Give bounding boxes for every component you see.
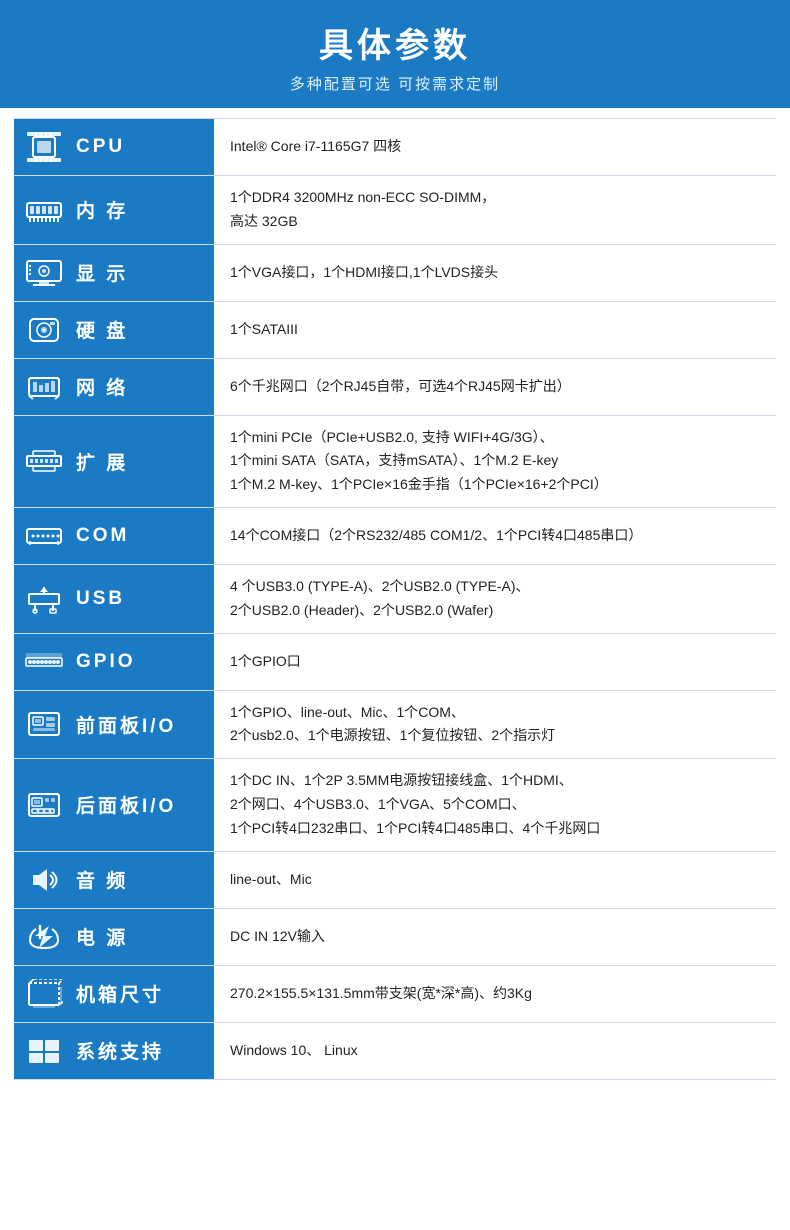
audio-icon bbox=[22, 862, 66, 898]
label-cell-com: COM bbox=[14, 507, 214, 564]
row-chassis: 机箱尺寸 270.2×155.5×131.5mm带支架(宽*深*高)、约3Kg bbox=[14, 965, 776, 1022]
label-text-memory: 内 存 bbox=[76, 196, 128, 223]
label-cell-power: 电 源 bbox=[14, 908, 214, 965]
label-cell-expansion: 扩 展 bbox=[14, 415, 214, 507]
label-cell-gpio: GPIO bbox=[14, 633, 214, 690]
label-cell-chassis: 机箱尺寸 bbox=[14, 965, 214, 1022]
label-cell-rear-io: 后面板I/O bbox=[14, 759, 214, 851]
value-cell-cpu: Intel® Core i7-1165G7 四核 bbox=[214, 119, 776, 176]
row-expansion: 扩 展 1个mini PCIe（PCIe+USB2.0, 支持 WIFI+4G/… bbox=[14, 415, 776, 507]
label-text-audio: 音 频 bbox=[76, 866, 128, 893]
label-cell-cpu: CPU bbox=[14, 119, 214, 176]
value-cell-storage: 1个SATAIII bbox=[214, 301, 776, 358]
label-text-display: 显 示 bbox=[76, 259, 128, 286]
page-header: 具体参数 多种配置可选 可按需求定制 bbox=[0, 0, 790, 108]
value-cell-rear-io: 1个DC IN、1个2P 3.5MM电源按钮接线盒、1个HDMI、2个网口、4个… bbox=[214, 759, 776, 851]
row-display: 显 示 1个VGA接口，1个HDMI接口,1个LVDS接头 bbox=[14, 244, 776, 301]
label-text-cpu: CPU bbox=[76, 136, 125, 158]
memory-icon bbox=[22, 192, 66, 228]
row-com: COM 14个COM接口（2个RS232/485 COM1/2、1个PCI转4口… bbox=[14, 507, 776, 564]
row-rear-io: 后面板I/O 1个DC IN、1个2P 3.5MM电源按钮接线盒、1个HDMI、… bbox=[14, 759, 776, 851]
usb-icon bbox=[22, 581, 66, 617]
label-text-gpio: GPIO bbox=[76, 651, 136, 673]
label-text-usb: USB bbox=[76, 588, 125, 610]
label-cell-memory: 内 存 bbox=[14, 176, 214, 245]
value-cell-front-io: 1个GPIO、line-out、Mic、1个COM、2个usb2.0、1个电源按… bbox=[214, 690, 776, 759]
label-text-chassis: 机箱尺寸 bbox=[76, 980, 164, 1007]
gpio-icon bbox=[22, 644, 66, 680]
row-cpu: CPU Intel® Core i7-1165G7 四核 bbox=[14, 119, 776, 176]
value-cell-os: Windows 10、 Linux bbox=[214, 1022, 776, 1079]
chassis-icon bbox=[22, 976, 66, 1012]
rear-io-icon bbox=[22, 787, 66, 823]
label-text-rear-io: 后面板I/O bbox=[76, 791, 176, 818]
label-text-os: 系统支持 bbox=[76, 1037, 164, 1064]
label-text-expansion: 扩 展 bbox=[76, 448, 128, 475]
row-storage: 硬 盘 1个SATAIII bbox=[14, 301, 776, 358]
value-cell-gpio: 1个GPIO口 bbox=[214, 633, 776, 690]
row-front-io: 前面板I/O 1个GPIO、line-out、Mic、1个COM、2个usb2.… bbox=[14, 690, 776, 759]
row-gpio: GPIO 1个GPIO口 bbox=[14, 633, 776, 690]
page-subtitle: 多种配置可选 可按需求定制 bbox=[0, 73, 790, 94]
value-cell-memory: 1个DDR4 3200MHz non-ECC SO-DIMM，高达 32GB bbox=[214, 176, 776, 245]
row-network: 网 络 6个千兆网口（2个RJ45自带，可选4个RJ45网卡扩出） bbox=[14, 358, 776, 415]
network-icon bbox=[22, 369, 66, 405]
power-icon bbox=[22, 919, 66, 955]
label-cell-front-io: 前面板I/O bbox=[14, 690, 214, 759]
value-cell-display: 1个VGA接口，1个HDMI接口,1个LVDS接头 bbox=[214, 244, 776, 301]
label-cell-os: 系统支持 bbox=[14, 1022, 214, 1079]
label-cell-network: 网 络 bbox=[14, 358, 214, 415]
front-io-icon bbox=[22, 706, 66, 742]
label-text-front-io: 前面板I/O bbox=[76, 711, 176, 738]
display-icon bbox=[22, 255, 66, 291]
cpu-icon bbox=[22, 129, 66, 165]
value-cell-audio: line-out、Mic bbox=[214, 851, 776, 908]
label-cell-audio: 音 频 bbox=[14, 851, 214, 908]
row-memory: 内 存 1个DDR4 3200MHz non-ECC SO-DIMM，高达 32… bbox=[14, 176, 776, 245]
label-cell-storage: 硬 盘 bbox=[14, 301, 214, 358]
value-cell-power: DC IN 12V输入 bbox=[214, 908, 776, 965]
os-icon bbox=[22, 1033, 66, 1069]
label-text-storage: 硬 盘 bbox=[76, 316, 128, 343]
row-usb: USB 4 个USB3.0 (TYPE-A)、2个USB2.0 (TYPE-A)… bbox=[14, 564, 776, 633]
com-icon bbox=[22, 518, 66, 554]
label-text-network: 网 络 bbox=[76, 373, 128, 400]
page-title: 具体参数 bbox=[0, 18, 790, 67]
spec-table-container: CPU Intel® Core i7-1165G7 四核 内 存 1个DDR4 … bbox=[0, 108, 790, 1094]
value-cell-network: 6个千兆网口（2个RJ45自带，可选4个RJ45网卡扩出） bbox=[214, 358, 776, 415]
value-cell-chassis: 270.2×155.5×131.5mm带支架(宽*深*高)、约3Kg bbox=[214, 965, 776, 1022]
storage-icon bbox=[22, 312, 66, 348]
value-cell-usb: 4 个USB3.0 (TYPE-A)、2个USB2.0 (TYPE-A)、2个U… bbox=[214, 564, 776, 633]
label-cell-usb: USB bbox=[14, 564, 214, 633]
value-cell-com: 14个COM接口（2个RS232/485 COM1/2、1个PCI转4口485串… bbox=[214, 507, 776, 564]
label-text-power: 电 源 bbox=[76, 923, 128, 950]
row-os: 系统支持 Windows 10、 Linux bbox=[14, 1022, 776, 1079]
row-power: 电 源 DC IN 12V输入 bbox=[14, 908, 776, 965]
label-text-com: COM bbox=[76, 525, 129, 547]
label-cell-display: 显 示 bbox=[14, 244, 214, 301]
spec-table: CPU Intel® Core i7-1165G7 四核 内 存 1个DDR4 … bbox=[14, 118, 776, 1080]
value-cell-expansion: 1个mini PCIe（PCIe+USB2.0, 支持 WIFI+4G/3G）、… bbox=[214, 415, 776, 507]
expansion-icon bbox=[22, 443, 66, 479]
row-audio: 音 频 line-out、Mic bbox=[14, 851, 776, 908]
